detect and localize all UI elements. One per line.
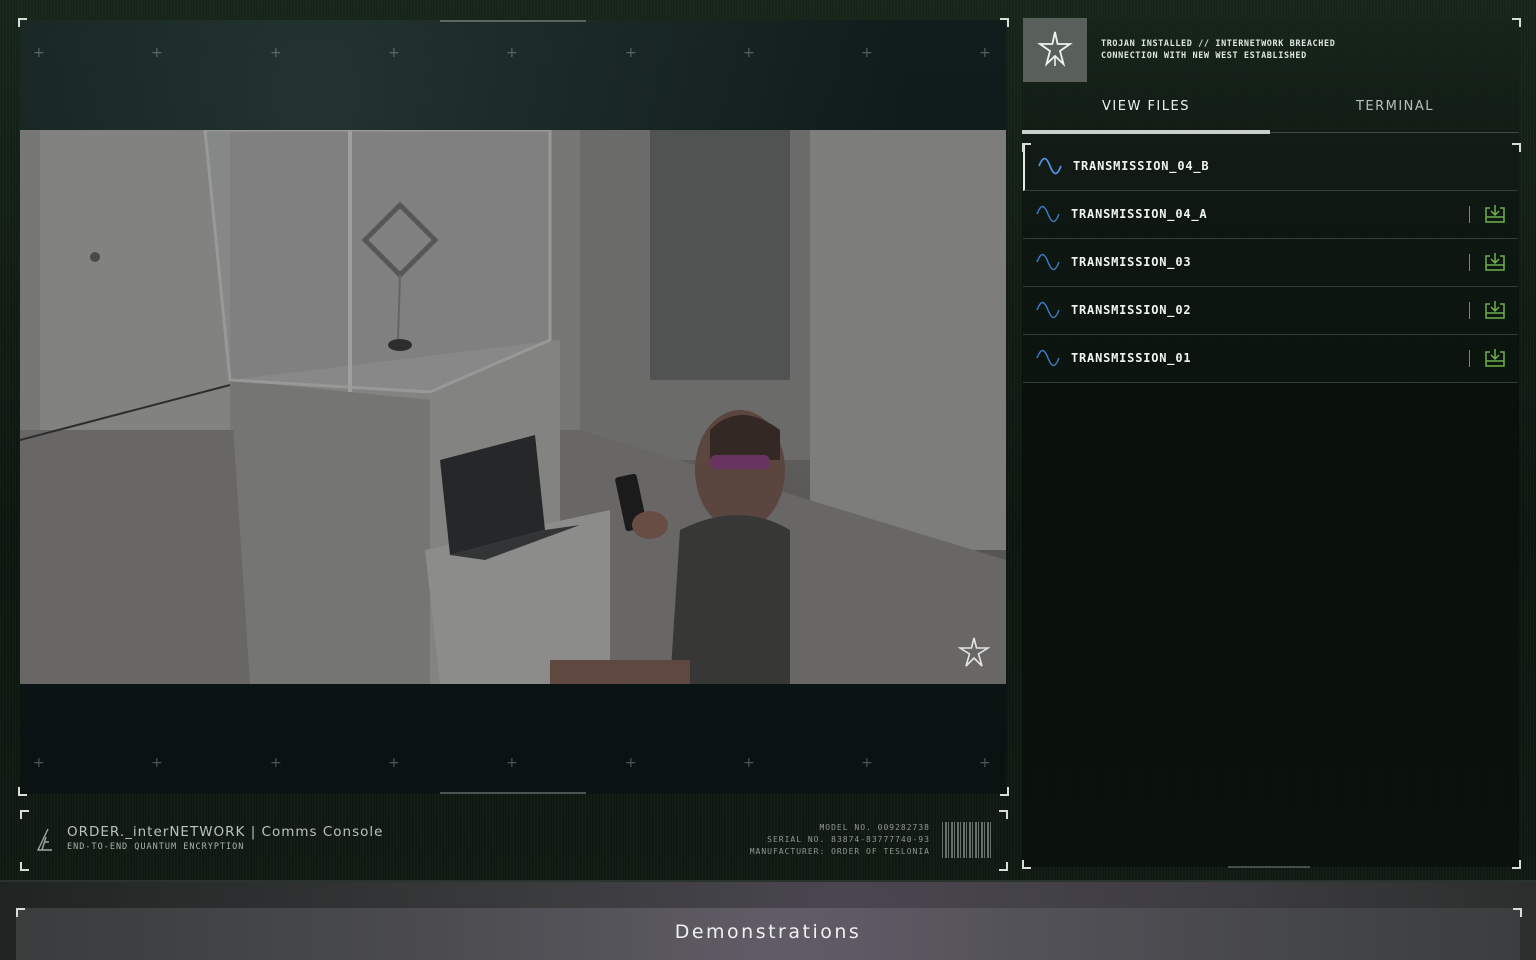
breach-status: TROJAN INSTALLED // INTERNETWORK BREACHE… [1101,38,1335,62]
demonstrations-bar: Demonstrations [16,908,1522,960]
file-name: TRANSMISSION_04_B [1073,159,1210,173]
device-specs: MODEL NO. 009282738 SERIAL NO. 83874-837… [750,822,930,858]
wave-icon [1036,253,1060,271]
tab-bar: VIEW FILES TERMINAL [1022,84,1519,134]
file-row-transmission-03[interactable]: TRANSMISSION_03 [1023,239,1518,287]
crosshair-mark: + [151,755,163,771]
demonstrations-button[interactable]: Demonstrations [16,908,1520,960]
file-name: TRANSMISSION_01 [1071,351,1192,365]
corner-bracket [1022,860,1031,869]
status-line-2: CONNECTION WITH NEW WEST ESTABLISHED [1101,51,1307,61]
active-tab-indicator [1022,130,1270,134]
star-logo-icon [1037,31,1073,67]
crosshair-mark: + [388,755,400,771]
bottom-navigation-bar: Demonstrations [0,880,1536,960]
corner-bracket [1512,143,1521,152]
wave-icon [1036,205,1060,223]
corner-bracket [999,862,1008,871]
download-icon[interactable] [1484,204,1506,224]
download-icon[interactable] [1484,300,1506,320]
wave-icon [1036,301,1060,319]
download-icon[interactable] [1484,252,1506,272]
crosshair-mark: + [625,45,637,61]
crosshair-mark: + [625,755,637,771]
file-name: TRANSMISSION_02 [1071,303,1192,317]
corner-bracket [999,810,1008,819]
file-list: TRANSMISSION_04_B TRANSMISSION_04_A TRAN… [1023,143,1518,383]
wave-icon [1036,349,1060,367]
crosshair-mark: + [979,755,991,771]
crosshair-mark: + [388,45,400,61]
app-logo [1023,18,1087,82]
corner-bracket [1000,18,1009,27]
crosshair-mark: + [743,755,755,771]
manufacturer: MANUFACTURER: ORDER OF TESLONIA [749,847,930,856]
row-divider [1469,206,1470,223]
corner-bracket [1022,143,1031,152]
crosshair-mark: + [270,755,282,771]
crosshair-mark: + [33,45,45,61]
corner-bracket [1512,860,1521,869]
row-divider [1469,302,1470,319]
corner-bracket [18,18,27,27]
row-divider [1469,254,1470,271]
file-name: TRANSMISSION_04_A [1071,207,1208,221]
download-icon[interactable] [1484,348,1506,368]
file-row-transmission-02[interactable]: TRANSMISSION_02 [1023,287,1518,335]
panel-top-accent [440,20,586,22]
crosshair-mark: + [861,45,873,61]
console-subtitle: END-TO-END QUANTUM ENCRYPTION [67,842,245,852]
order-logo-icon [36,828,52,851]
file-row-transmission-04-a[interactable]: TRANSMISSION_04_A [1023,191,1518,239]
star-logo-icon [958,637,990,667]
row-divider [1469,350,1470,367]
corner-bracket [18,787,27,796]
panel-bottom-accent [440,792,586,794]
console-info-footer: ORDER._interNETWORK | Comms Console END-… [20,810,1008,871]
status-line-1: TROJAN INSTALLED // INTERNETWORK BREACHE… [1101,39,1336,49]
corner-bracket [20,810,29,819]
file-row-transmission-01[interactable]: TRANSMISSION_01 [1023,335,1518,383]
video-dim-overlay [20,130,1006,684]
file-row-transmission-04-b[interactable]: TRANSMISSION_04_B [1023,143,1518,191]
tab-terminal[interactable]: TERMINAL [1271,84,1519,132]
panel-bottom-accent [1228,866,1310,868]
corner-bracket [20,862,29,871]
crosshair-mark: + [270,45,282,61]
crosshair-mark: + [861,755,873,771]
crosshair-mark: + [33,755,45,771]
crosshair-mark: + [151,45,163,61]
serial-number: SERIAL NO. 83874-83777740-93 [767,835,930,844]
corner-bracket [1512,18,1521,27]
crosshair-mark: + [506,45,518,61]
video-player[interactable] [20,130,1006,684]
corner-bracket [1000,787,1009,796]
crosshair-mark: + [743,45,755,61]
console-title: ORDER._interNETWORK | Comms Console [67,824,384,840]
crosshair-mark: + [506,755,518,771]
tab-view-files[interactable]: VIEW FILES [1022,84,1270,132]
wave-icon [1038,157,1062,175]
file-browser-panel: TROJAN INSTALLED // INTERNETWORK BREACHE… [1022,18,1519,868]
crosshair-mark: + [979,45,991,61]
barcode-graphic [942,822,992,858]
model-number: MODEL NO. 009282738 [819,823,930,832]
file-name: TRANSMISSION_03 [1071,255,1192,269]
video-panel: + + + + + + + + + + + + + + + + + + [20,20,1006,794]
